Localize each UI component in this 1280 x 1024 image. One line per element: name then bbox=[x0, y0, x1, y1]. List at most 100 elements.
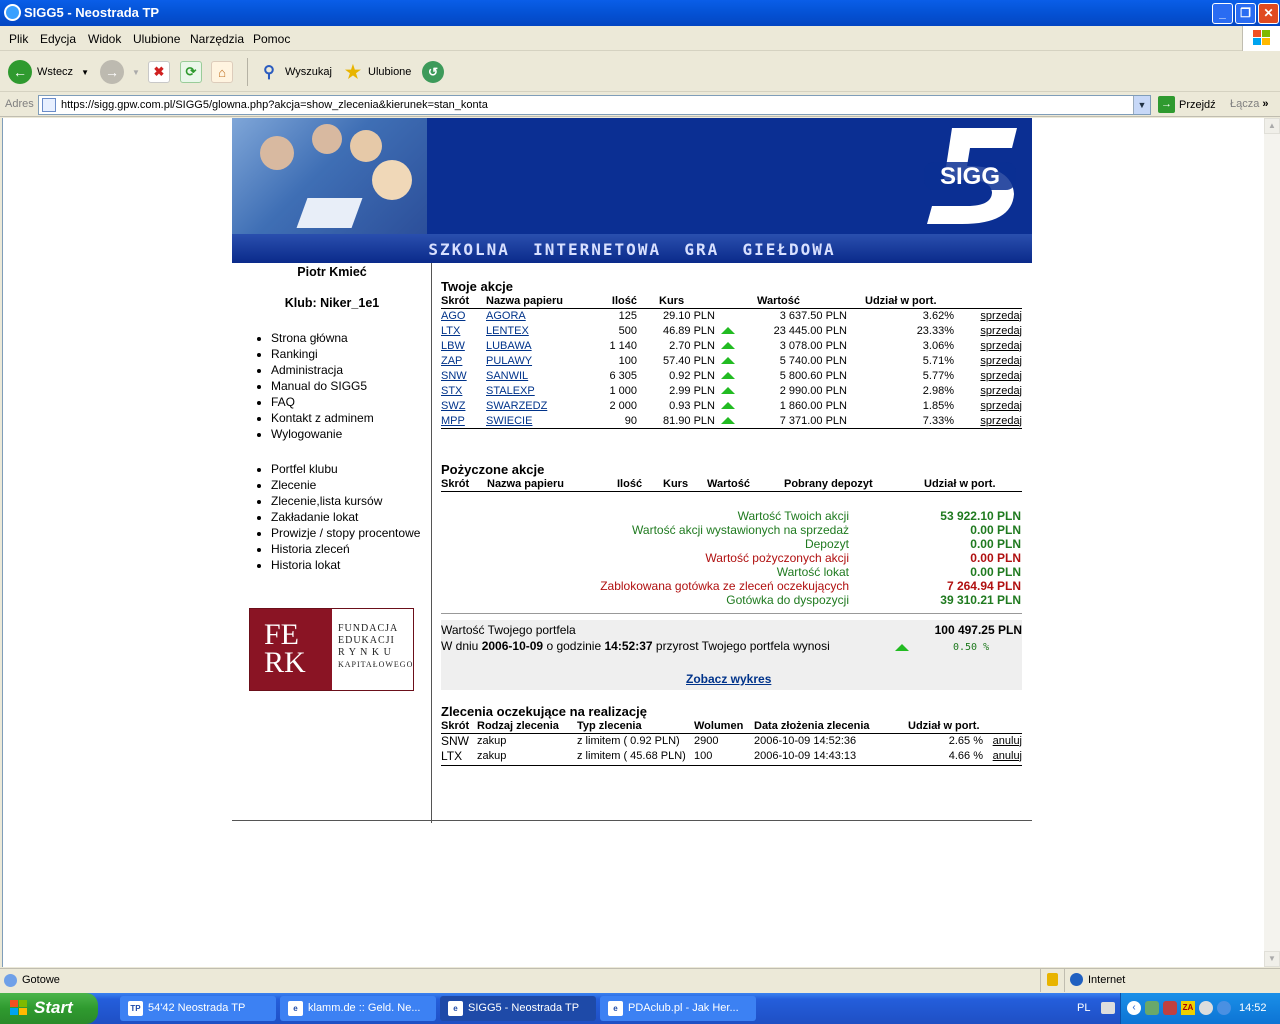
tray-expand-icon[interactable]: ‹ bbox=[1127, 1001, 1141, 1015]
start-button[interactable]: Start bbox=[0, 993, 98, 1024]
menu-help[interactable]: Pomoc bbox=[253, 32, 290, 46]
share-name-link[interactable]: PULAWY bbox=[486, 355, 532, 367]
lock-icon bbox=[1047, 973, 1058, 986]
menu-order-quotes[interactable]: Zlecenie,lista kursów bbox=[271, 493, 420, 509]
share-symbol-link[interactable]: STX bbox=[441, 385, 462, 397]
share-trend bbox=[715, 398, 743, 413]
sell-link[interactable]: sprzedaj bbox=[980, 355, 1022, 367]
shares-title: Twoje akcje bbox=[441, 279, 514, 294]
share-symbol-link[interactable]: AGO bbox=[441, 310, 465, 322]
menu-administration[interactable]: Administracja bbox=[271, 362, 374, 378]
network-icon[interactable] bbox=[1145, 1001, 1159, 1015]
minimize-button[interactable]: _ bbox=[1212, 3, 1233, 24]
menu-manual[interactable]: Manual do SIGG5 bbox=[271, 378, 374, 394]
vertical-scrollbar[interactable]: ▲ ▼ bbox=[1264, 118, 1280, 967]
back-button[interactable]: ← Wstecz ▼ bbox=[8, 58, 89, 86]
taskbar-task[interactable]: TP 54'42 Neostrada TP bbox=[120, 996, 276, 1021]
language-indicator[interactable]: PL bbox=[1077, 1002, 1090, 1014]
back-dropdown-icon[interactable]: ▼ bbox=[81, 68, 89, 77]
taskbar-task[interactable]: e SIGG5 - Neostrada TP bbox=[440, 996, 596, 1021]
stop-icon: ✖ bbox=[148, 61, 170, 83]
taskbar-task[interactable]: e klamm.de :: Geld. Ne... bbox=[280, 996, 436, 1021]
share-symbol-link[interactable]: SWZ bbox=[441, 400, 465, 412]
zonealarm-icon[interactable]: ZA bbox=[1181, 1001, 1195, 1015]
search-button[interactable]: ⚲ Wyszukaj bbox=[258, 58, 332, 86]
portfolio-value: 100 497.25 PLN bbox=[934, 623, 1022, 637]
sell-link[interactable]: sprzedaj bbox=[980, 385, 1022, 397]
keyboard-icon[interactable] bbox=[1101, 1002, 1115, 1014]
window-title: SIGG5 - Neostrada TP bbox=[24, 5, 160, 20]
menu-view[interactable]: Widok bbox=[88, 32, 121, 46]
forward-button[interactable]: → ▼ bbox=[100, 58, 140, 86]
toolbar: ← Wstecz ▼ → ▼ ✖ ⟳ ⌂ ⚲ Wyszukaj ★ Ulubio… bbox=[0, 52, 1280, 92]
sell-link[interactable]: sprzedaj bbox=[980, 310, 1022, 322]
share-name-link[interactable]: AGORA bbox=[486, 310, 526, 322]
menu-file[interactable]: Plik bbox=[9, 32, 28, 46]
share-symbol-link[interactable]: ZAP bbox=[441, 355, 462, 367]
share-symbol-link[interactable]: SNW bbox=[441, 370, 467, 382]
taskbar-task[interactable]: e PDAclub.pl - Jak Her... bbox=[600, 996, 756, 1021]
menu-logout[interactable]: Wylogowanie bbox=[271, 426, 374, 442]
cancel-order-link[interactable]: anuluj bbox=[993, 750, 1022, 762]
cancel-order-link[interactable]: anuluj bbox=[993, 735, 1022, 747]
address-input[interactable]: https://sigg.gpw.com.pl/SIGG5/glowna.php… bbox=[38, 95, 1151, 115]
menu-tools[interactable]: Narzędzia bbox=[190, 32, 244, 46]
share-name-link[interactable]: LENTEX bbox=[486, 325, 529, 337]
address-dropdown-icon[interactable]: ▼ bbox=[1133, 96, 1150, 114]
menu-order-history[interactable]: Historia zleceń bbox=[271, 541, 420, 557]
scroll-up-icon[interactable]: ▲ bbox=[1264, 118, 1280, 134]
links-button[interactable]: Łącza » bbox=[1230, 98, 1269, 110]
home-icon: ⌂ bbox=[211, 61, 233, 83]
share-name-link[interactable]: SWIECIE bbox=[486, 415, 532, 427]
share-name-link[interactable]: LUBAWA bbox=[486, 340, 532, 352]
sell-link[interactable]: sprzedaj bbox=[980, 415, 1022, 427]
ferk-letters: FE RK bbox=[250, 609, 332, 690]
menu-edit[interactable]: Edycja bbox=[40, 32, 76, 46]
home-button[interactable]: ⌂ bbox=[211, 58, 233, 86]
summary-label: Zablokowana gotówka ze zleceń oczekujący… bbox=[600, 579, 849, 593]
summary-label: Wartość lokat bbox=[776, 565, 849, 579]
menu-rankings[interactable]: Rankingi bbox=[271, 346, 374, 362]
messenger-icon[interactable] bbox=[1217, 1001, 1231, 1015]
star-icon: ★ bbox=[344, 61, 362, 82]
menu-club-portfolio[interactable]: Portfel klubu bbox=[271, 461, 420, 477]
sell-link[interactable]: sprzedaj bbox=[980, 340, 1022, 352]
share-price: 0.93 PLN bbox=[669, 399, 715, 412]
go-button[interactable]: → Przejdź bbox=[1158, 96, 1216, 113]
menu-faq[interactable]: FAQ bbox=[271, 394, 374, 410]
menu-order[interactable]: Zlecenie bbox=[271, 477, 420, 493]
sigg5-logo: SIGG bbox=[924, 128, 1017, 224]
share-symbol-link[interactable]: MPP bbox=[441, 415, 465, 427]
refresh-button[interactable]: ⟳ bbox=[180, 58, 202, 86]
address-url: https://sigg.gpw.com.pl/SIGG5/glowna.php… bbox=[61, 99, 488, 111]
menu-favorites[interactable]: Ulubione bbox=[133, 32, 180, 46]
sell-link[interactable]: sprzedaj bbox=[980, 370, 1022, 382]
share-name-link[interactable]: SWARZEDZ bbox=[486, 400, 547, 412]
maximize-button[interactable]: ❐ bbox=[1235, 3, 1256, 24]
security-center-icon[interactable] bbox=[1163, 1001, 1177, 1015]
menu-home[interactable]: Strona główna bbox=[271, 330, 374, 346]
history-button[interactable]: ↺ bbox=[422, 58, 444, 86]
share-name-link[interactable]: SANWIL bbox=[486, 370, 528, 382]
sell-link[interactable]: sprzedaj bbox=[980, 400, 1022, 412]
favorites-button[interactable]: ★ Ulubione bbox=[342, 58, 412, 86]
ferk-logo[interactable]: FE RK FUNDACJA EDUKACJI R Y N K U KAPITAŁ… bbox=[249, 608, 414, 691]
scroll-down-icon[interactable]: ▼ bbox=[1264, 951, 1280, 967]
share-name-link[interactable]: STALEXP bbox=[486, 385, 535, 397]
volume-icon[interactable] bbox=[1199, 1001, 1213, 1015]
menu-deposit-history[interactable]: Historia lokat bbox=[271, 557, 420, 573]
menu-commissions[interactable]: Prowizje / stopy procentowe bbox=[271, 525, 420, 541]
address-label: Adres bbox=[5, 98, 34, 110]
taskbar-task-label: PDAclub.pl - Jak Her... bbox=[628, 1002, 739, 1014]
share-symbol-link[interactable]: LBW bbox=[441, 340, 465, 352]
share-trend bbox=[715, 308, 743, 323]
sell-link[interactable]: sprzedaj bbox=[980, 325, 1022, 337]
close-button[interactable]: ✕ bbox=[1258, 3, 1279, 24]
stop-button[interactable]: ✖ bbox=[148, 58, 170, 86]
show-chart-link[interactable]: Zobacz wykres bbox=[686, 672, 771, 686]
menu-contact[interactable]: Kontakt z adminem bbox=[271, 410, 374, 426]
share-symbol-link[interactable]: LTX bbox=[441, 325, 460, 337]
menu-deposits[interactable]: Zakładanie lokat bbox=[271, 509, 420, 525]
clock[interactable]: 14:52 bbox=[1239, 1002, 1267, 1014]
refresh-icon: ⟳ bbox=[180, 61, 202, 83]
